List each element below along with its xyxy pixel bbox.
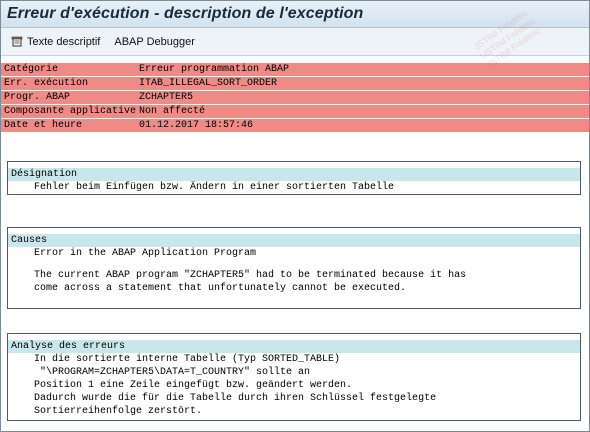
analysis-text: Sortierreihenfolge zerstört. [34, 406, 203, 417]
summary-value: ZCHAPTER5 [139, 92, 194, 103]
descriptive-text-label: Texte descriptif [27, 35, 101, 48]
summary-value: Erreur programmation ABAP [139, 64, 290, 75]
designation-panel: Désignation Fehler beim Einfügen bzw. Än… [7, 161, 581, 195]
error-summary: Catégorie Erreur programmation ABAP Err.… [1, 63, 589, 133]
summary-row: Composante applicative Non affecté [1, 105, 589, 119]
runtime-error-window: Erreur d'exécution - description de l'ex… [0, 0, 590, 432]
analysis-text: Position 1 eine Zeile eingefügt bzw. geä… [34, 380, 353, 391]
summary-label: Date et heure [4, 120, 83, 131]
causes-heading: Causes [8, 234, 580, 247]
summary-row: Err. exécution ITAB_ILLEGAL_SORT_ORDER [1, 77, 589, 91]
designation-heading: Désignation [8, 168, 580, 181]
scroll-icon [11, 36, 23, 48]
abap-debugger-label: ABAP Debugger [114, 35, 195, 48]
analysis-text: Dadurch wurde die für die Tabelle durch … [34, 393, 437, 404]
summary-label: Catégorie [4, 64, 59, 75]
causes-text: The current ABAP program "ZCHAPTER5" had… [34, 270, 467, 281]
summary-value: ITAB_ILLEGAL_SORT_ORDER [139, 78, 278, 89]
analysis-heading: Analyse des erreurs [8, 340, 580, 353]
analysis-text: In die sortierte interne Tabelle (Typ SO… [34, 354, 341, 365]
summary-row: Progr. ABAP ZCHAPTER5 [1, 91, 589, 105]
title-bar: Erreur d'exécution - description de l'ex… [1, 1, 589, 28]
analysis-text: "\PROGRAM=ZCHAPTER5\DATA=T_COUNTRY" soll… [40, 367, 311, 378]
causes-panel: Causes Error in the ABAP Application Pro… [7, 227, 581, 309]
designation-text: Fehler beim Einfügen bzw. Ändern in eine… [34, 182, 395, 193]
error-analysis-panel: Analyse des erreurs In die sortierte int… [7, 333, 581, 421]
summary-label: Composante applicative [4, 106, 137, 117]
summary-label: Err. exécution [4, 78, 89, 89]
summary-row: Date et heure 01.12.2017 18:57:46 [1, 119, 589, 133]
summary-row: Catégorie Erreur programmation ABAP [1, 63, 589, 77]
causes-text: come across a statement that unfortunate… [34, 283, 407, 294]
summary-label: Progr. ABAP [4, 92, 71, 103]
abap-debugger-button[interactable]: ABAP Debugger [114, 36, 195, 48]
summary-value: Non affecté [139, 106, 206, 117]
causes-text: Error in the ABAP Application Program [34, 248, 257, 259]
window-title: Erreur d'exécution - description de l'ex… [7, 5, 364, 22]
summary-value: 01.12.2017 18:57:46 [139, 120, 254, 131]
descriptive-text-button[interactable]: Texte descriptif [11, 36, 100, 48]
toolbar: Texte descriptif ABAP Debugger [1, 28, 589, 56]
